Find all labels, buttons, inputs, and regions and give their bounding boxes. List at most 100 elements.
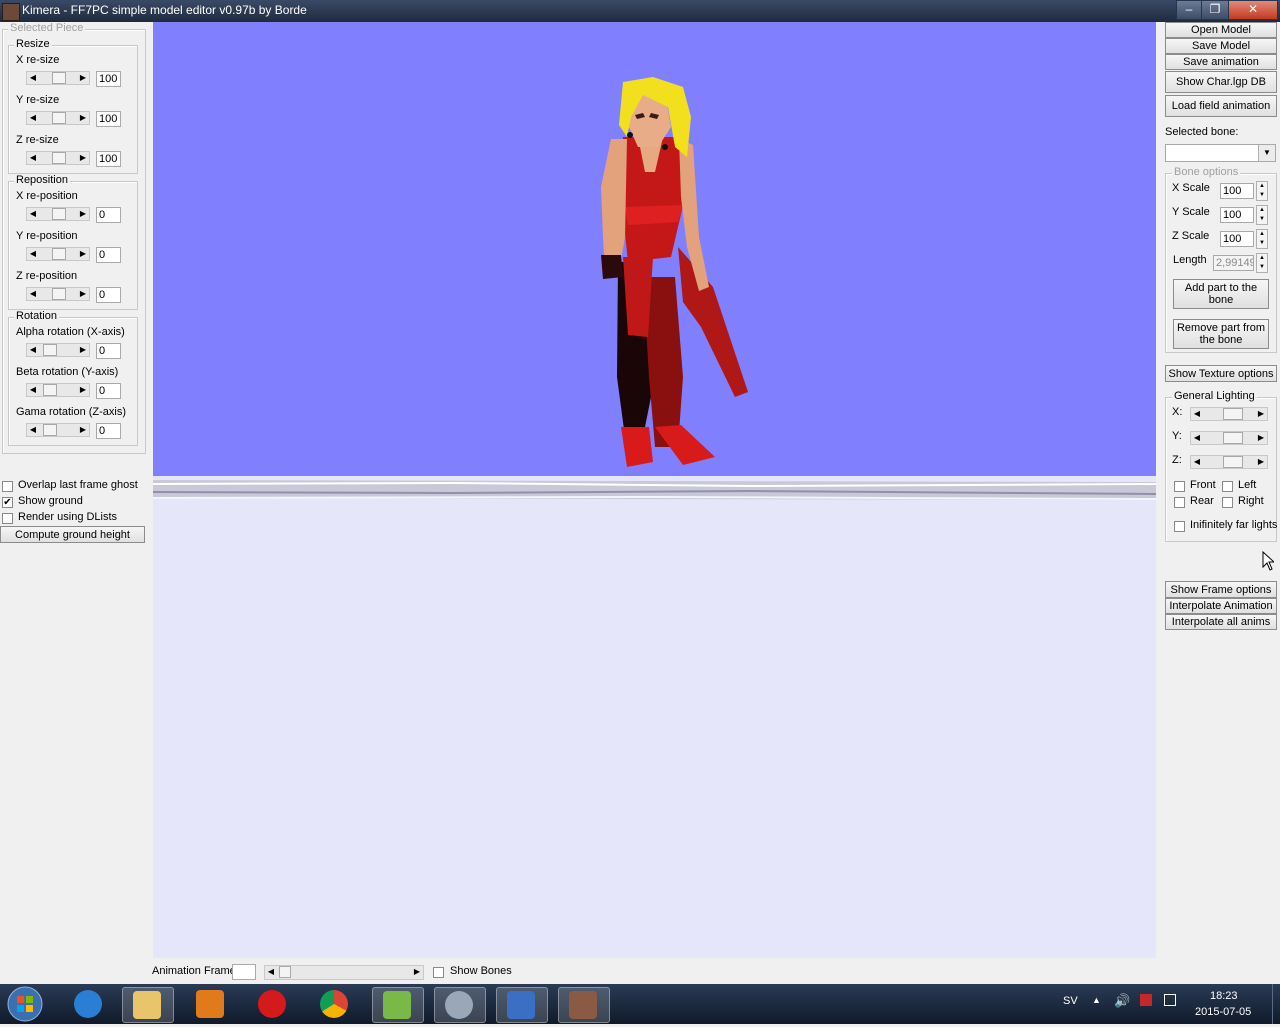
show-hidden-icons-icon[interactable]: ▲ — [1092, 995, 1101, 1005]
scroll-left-icon[interactable]: ◀ — [265, 966, 277, 978]
overlap-ghost-checkbox[interactable] — [2, 481, 13, 492]
chevron-down-icon[interactable]: ▼ — [1258, 145, 1275, 161]
start-button[interactable] — [4, 984, 46, 1024]
show-char-db-button[interactable]: Show Char.lgp DB — [1165, 71, 1277, 93]
show-ground-checkbox[interactable]: ✔ — [2, 497, 13, 508]
scroll-left-icon[interactable]: ◀ — [27, 424, 39, 436]
scroll-right-icon[interactable]: ▶ — [77, 72, 89, 84]
x-resize-slider[interactable]: ◀ ▶ — [26, 71, 90, 85]
slider-thumb[interactable] — [52, 72, 66, 84]
app-icon[interactable] — [2, 3, 20, 21]
light-x-slider[interactable]: ◀ ▶ — [1190, 407, 1268, 421]
add-part-button[interactable]: Add part to the bone — [1173, 279, 1269, 309]
interpolate-animation-button[interactable]: Interpolate Animation — [1165, 598, 1277, 614]
x-reposition-input[interactable]: 0 — [96, 207, 121, 223]
scroll-right-icon[interactable]: ▶ — [1255, 432, 1267, 444]
alpha-rotation-input[interactable]: 0 — [96, 343, 121, 359]
remove-part-button[interactable]: Remove part from the bone — [1173, 319, 1269, 349]
animation-frame-slider[interactable]: ◀ ▶ — [264, 965, 424, 980]
animation-frame-input[interactable] — [232, 964, 256, 980]
interpolate-all-anims-button[interactable]: Interpolate all anims — [1165, 614, 1277, 630]
show-texture-options-button[interactable]: Show Texture options — [1165, 365, 1277, 382]
compute-ground-button[interactable]: Compute ground height — [0, 526, 145, 543]
render-dlists-checkbox[interactable] — [2, 513, 13, 524]
y-reposition-slider[interactable]: ◀ ▶ — [26, 247, 90, 261]
scroll-left-icon[interactable]: ◀ — [27, 72, 39, 84]
network-icon[interactable] — [1164, 994, 1176, 1006]
scroll-left-icon[interactable]: ◀ — [1191, 408, 1203, 420]
ie-taskbar-button[interactable] — [64, 987, 114, 1021]
scroll-left-icon[interactable]: ◀ — [1191, 456, 1203, 468]
alpha-rotation-slider[interactable]: ◀ ▶ — [26, 343, 90, 357]
scroll-right-icon[interactable]: ▶ — [77, 288, 89, 300]
show-bones-checkbox[interactable] — [433, 967, 444, 978]
x-scale-spinner[interactable]: ▲ ▼ — [1256, 181, 1268, 201]
left-light-checkbox[interactable] — [1222, 481, 1233, 492]
beta-rotation-input[interactable]: 0 — [96, 383, 121, 399]
downloader-taskbar-button[interactable] — [434, 987, 486, 1023]
slider-thumb[interactable] — [52, 208, 66, 220]
y-scale-input[interactable]: 100 — [1220, 207, 1254, 223]
z-scale-input[interactable]: 100 — [1220, 231, 1254, 247]
z-reposition-input[interactable]: 0 — [96, 287, 121, 303]
maximize-button[interactable]: ❐ — [1201, 0, 1229, 20]
explorer-taskbar-button[interactable] — [122, 987, 174, 1023]
gama-rotation-input[interactable]: 0 — [96, 423, 121, 439]
scroll-right-icon[interactable]: ▶ — [77, 424, 89, 436]
slider-thumb[interactable] — [52, 152, 66, 164]
infinite-lights-checkbox[interactable] — [1174, 521, 1185, 532]
scroll-right-icon[interactable]: ▶ — [77, 152, 89, 164]
close-button[interactable]: ✕ — [1228, 0, 1278, 20]
gama-rotation-slider[interactable]: ◀ ▶ — [26, 423, 90, 437]
3d-viewport[interactable] — [153, 22, 1156, 958]
action-center-icon[interactable] — [1140, 994, 1152, 1006]
scroll-right-icon[interactable]: ▶ — [77, 112, 89, 124]
minimize-button[interactable]: ‒ — [1176, 0, 1202, 20]
z-resize-input[interactable]: 100 — [96, 151, 121, 167]
show-frame-options-button[interactable]: Show Frame options — [1165, 581, 1277, 598]
save-animation-button[interactable]: Save animation — [1165, 54, 1277, 70]
front-light-checkbox[interactable] — [1174, 481, 1185, 492]
scroll-right-icon[interactable]: ▶ — [77, 208, 89, 220]
show-desktop-button[interactable] — [1272, 984, 1280, 1024]
slider-thumb[interactable] — [43, 384, 57, 396]
language-indicator[interactable]: SV — [1063, 995, 1078, 1007]
scroll-left-icon[interactable]: ◀ — [27, 288, 39, 300]
slider-thumb[interactable] — [1223, 456, 1243, 468]
slider-thumb[interactable] — [43, 424, 57, 436]
y-resize-input[interactable]: 100 — [96, 111, 121, 127]
slider-thumb[interactable] — [52, 112, 66, 124]
slider-thumb[interactable] — [1223, 432, 1243, 444]
clock-time[interactable]: 18:23 — [1210, 990, 1238, 1002]
slider-thumb[interactable] — [52, 248, 66, 260]
scroll-left-icon[interactable]: ◀ — [1191, 432, 1203, 444]
x-scale-input[interactable]: 100 — [1220, 183, 1254, 199]
y-reposition-input[interactable]: 0 — [96, 247, 121, 263]
opera-taskbar-button[interactable] — [248, 987, 298, 1021]
chrome-taskbar-button[interactable] — [310, 987, 360, 1021]
slider-thumb[interactable] — [52, 288, 66, 300]
length-input[interactable]: 2,99149 — [1213, 255, 1254, 271]
clock-date[interactable]: 2015-07-05 — [1195, 1006, 1251, 1018]
scroll-left-icon[interactable]: ◀ — [27, 112, 39, 124]
scroll-right-icon[interactable]: ▶ — [77, 248, 89, 260]
title-bar[interactable]: Kimera - FF7PC simple model editor v0.97… — [0, 0, 1280, 22]
z-scale-spinner[interactable]: ▲ ▼ — [1256, 229, 1268, 249]
z-resize-slider[interactable]: ◀ ▶ — [26, 151, 90, 165]
y-resize-slider[interactable]: ◀ ▶ — [26, 111, 90, 125]
scroll-right-icon[interactable]: ▶ — [1255, 408, 1267, 420]
volume-icon[interactable]: 🔊 — [1114, 993, 1130, 1009]
right-light-checkbox[interactable] — [1222, 497, 1233, 508]
scroll-left-icon[interactable]: ◀ — [27, 384, 39, 396]
x-reposition-slider[interactable]: ◀ ▶ — [26, 207, 90, 221]
z-reposition-slider[interactable]: ◀ ▶ — [26, 287, 90, 301]
kimera-taskbar-button[interactable] — [558, 987, 610, 1023]
slider-thumb[interactable] — [1223, 408, 1243, 420]
scroll-left-icon[interactable]: ◀ — [27, 152, 39, 164]
light-z-slider[interactable]: ◀ ▶ — [1190, 455, 1268, 469]
scroll-left-icon[interactable]: ◀ — [27, 208, 39, 220]
open-model-button[interactable]: Open Model — [1165, 22, 1277, 38]
slider-thumb[interactable] — [43, 344, 57, 356]
scroll-left-icon[interactable]: ◀ — [27, 248, 39, 260]
beta-rotation-slider[interactable]: ◀ ▶ — [26, 383, 90, 397]
